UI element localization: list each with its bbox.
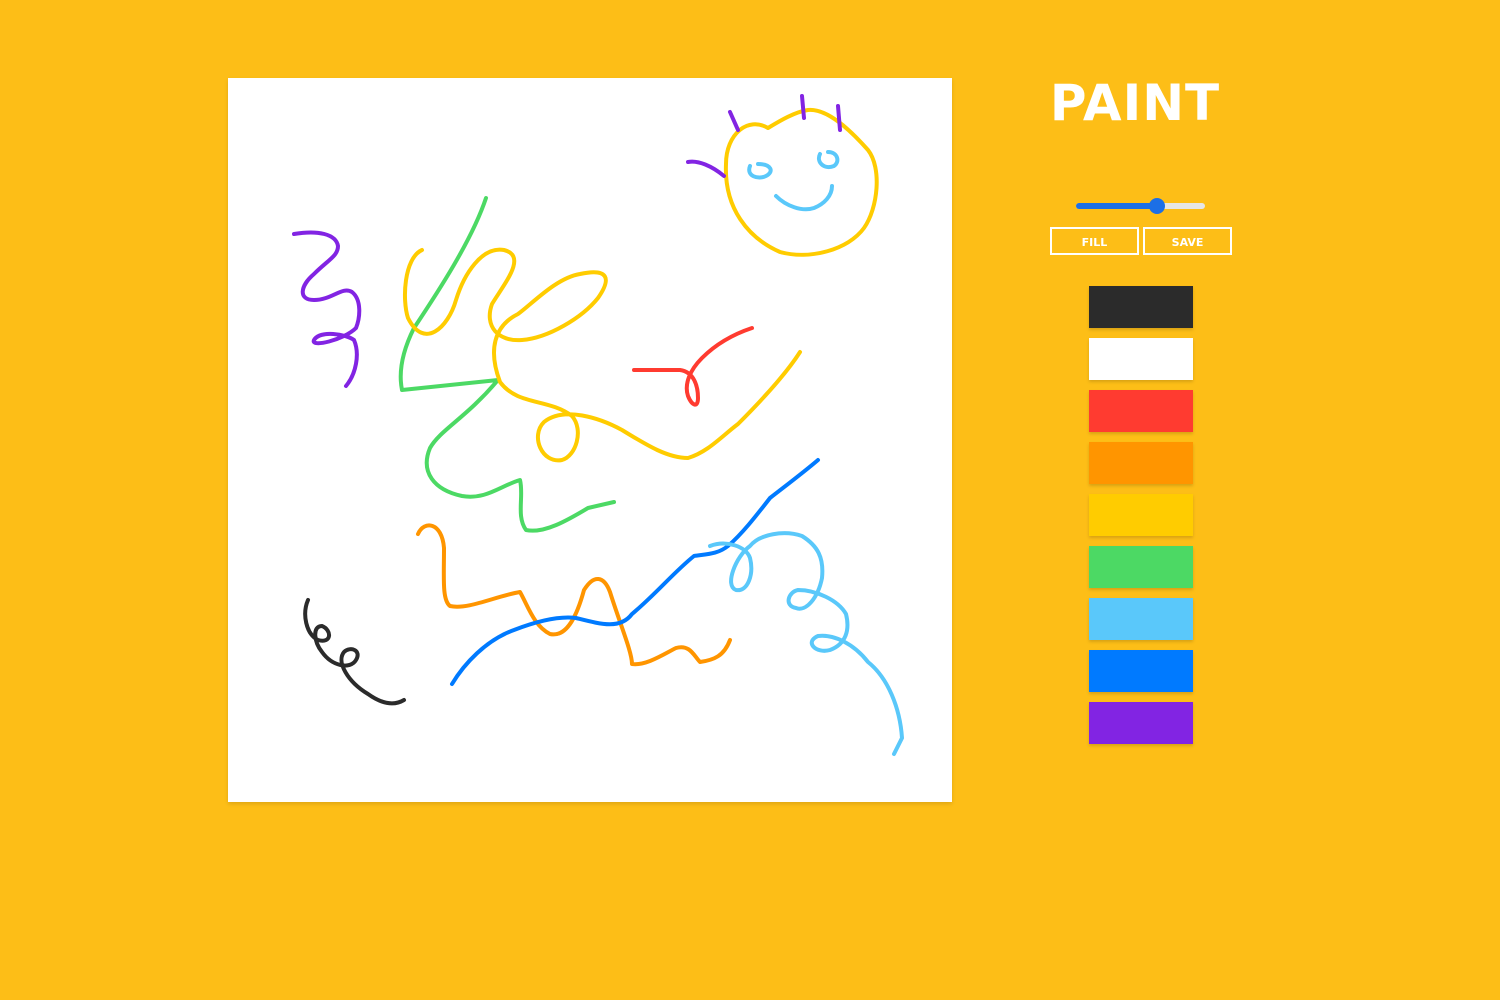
color-swatch-orange[interactable] xyxy=(1089,442,1193,484)
paint-app: PAINT FILL SAVE xyxy=(0,0,1500,1000)
fill-button[interactable]: FILL xyxy=(1050,227,1139,255)
slider-thumb[interactable] xyxy=(1149,198,1166,214)
stroke-sun-eyes-smile xyxy=(747,150,840,212)
stroke-green-zigzag xyxy=(398,196,616,533)
color-swatch-black[interactable] xyxy=(1089,286,1193,328)
stroke-orange-zigzag xyxy=(416,523,732,667)
color-swatch-red[interactable] xyxy=(1089,390,1193,432)
stroke-blue-wave xyxy=(450,458,820,686)
stroke-light-blue-loops xyxy=(708,531,904,756)
stroke-black-loops xyxy=(303,598,406,706)
stroke-sun-face xyxy=(723,107,879,257)
color-swatch-blue[interactable] xyxy=(1089,650,1193,692)
stroke-red-loop xyxy=(632,326,754,407)
color-swatch-purple[interactable] xyxy=(1089,702,1193,744)
drawing-surface[interactable] xyxy=(228,78,952,802)
slider-track[interactable] xyxy=(1076,203,1205,209)
color-swatch-white[interactable] xyxy=(1089,338,1193,380)
color-swatch-green[interactable] xyxy=(1089,546,1193,588)
drawing-canvas[interactable] xyxy=(228,78,952,802)
color-swatch-yellow[interactable] xyxy=(1089,494,1193,536)
brush-size-slider[interactable] xyxy=(1068,194,1213,218)
slider-fill xyxy=(1076,203,1158,209)
save-button[interactable]: SAVE xyxy=(1143,227,1232,255)
stroke-purple-squiggle xyxy=(292,230,362,388)
app-title: PAINT xyxy=(1049,74,1221,132)
color-swatch-light-blue[interactable] xyxy=(1089,598,1193,640)
stroke-yellow-loops xyxy=(402,247,802,463)
